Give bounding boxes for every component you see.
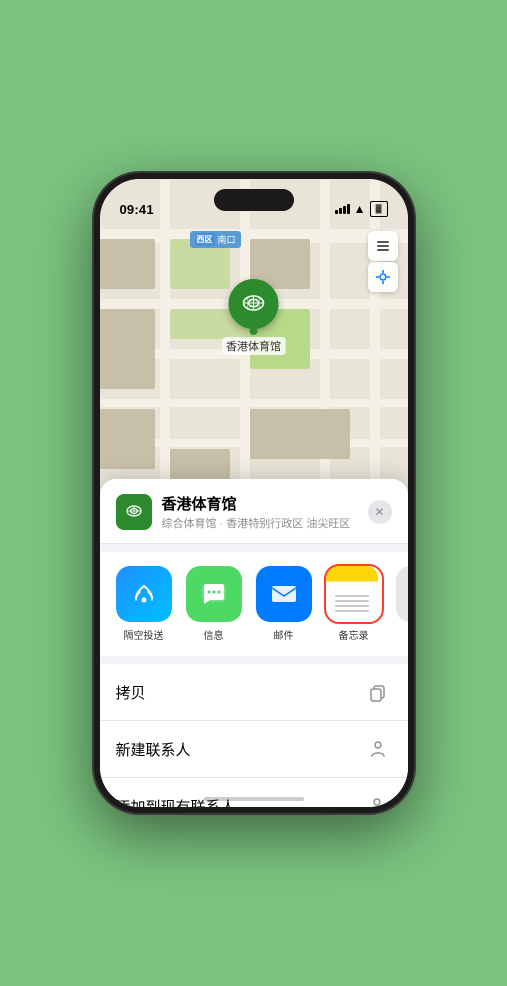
close-button[interactable]: ✕ — [368, 500, 392, 524]
location-header: 香港体育馆 综合体育馆 · 香港特别行政区 油尖旺区 ✕ — [100, 479, 408, 544]
mail-icon — [256, 566, 312, 622]
status-icons: ▲ ▓ — [335, 201, 388, 217]
bottom-sheet: 香港体育馆 综合体育馆 · 香港特别行政区 油尖旺区 ✕ — [100, 479, 408, 807]
home-indicator — [204, 797, 304, 801]
stadium-pin-icon — [229, 279, 279, 329]
airdrop-label: 隔空投送 — [124, 627, 164, 642]
share-item-message[interactable]: 信息 — [186, 566, 242, 642]
location-info: 香港体育馆 综合体育馆 · 香港特别行政区 油尖旺区 — [162, 493, 358, 531]
map-layers-button[interactable] — [368, 231, 398, 261]
phone-screen: 09:41 ▲ ▓ — [100, 179, 408, 807]
action-new-contact[interactable]: 新建联系人 — [100, 721, 408, 778]
location-venue-icon — [116, 494, 152, 530]
notes-icon — [326, 566, 378, 618]
map-pin: 香港体育馆 — [222, 279, 285, 355]
copy-icon — [364, 678, 392, 706]
notes-icon-container — [326, 566, 382, 622]
message-icon — [186, 566, 242, 622]
share-row: 隔空投送 信息 — [100, 552, 408, 656]
signal-icon — [335, 204, 350, 214]
action-new-contact-label: 新建联系人 — [116, 739, 191, 760]
notes-label: 备忘录 — [339, 627, 369, 642]
person-icon — [364, 735, 392, 763]
location-name: 香港体育馆 — [162, 493, 358, 514]
dynamic-island — [214, 189, 294, 211]
status-time: 09:41 — [120, 202, 154, 217]
location-subtitle: 综合体育馆 · 香港特别行政区 油尖旺区 — [162, 515, 358, 531]
action-list: 拷贝 新建联系人 — [100, 664, 408, 807]
map-controls — [368, 231, 398, 292]
person-plus-icon — [364, 792, 392, 807]
more-icon — [396, 566, 408, 622]
share-item-mail[interactable]: 邮件 — [256, 566, 312, 642]
share-item-notes[interactable]: 备忘录 — [326, 566, 382, 642]
map-area[interactable]: 西区 南口 — [100, 179, 408, 499]
airdrop-icon — [116, 566, 172, 622]
action-copy[interactable]: 拷贝 — [100, 664, 408, 721]
share-item-airdrop[interactable]: 隔空投送 — [116, 566, 172, 642]
action-copy-label: 拷贝 — [116, 682, 146, 703]
mail-label: 邮件 — [274, 627, 294, 642]
phone-frame: 09:41 ▲ ▓ — [94, 173, 414, 813]
message-label: 信息 — [204, 627, 224, 642]
action-add-existing[interactable]: 添加到现有联系人 — [100, 778, 408, 807]
wifi-icon: ▲ — [354, 202, 366, 216]
stadium-label: 香港体育馆 — [222, 337, 285, 355]
notes-lines — [335, 595, 369, 612]
map-label-chip: 西区 南口 — [190, 231, 241, 248]
battery-icon: ▓ — [370, 201, 388, 217]
map-location-button[interactable] — [368, 262, 398, 292]
share-item-more[interactable]: 提 — [396, 566, 408, 642]
